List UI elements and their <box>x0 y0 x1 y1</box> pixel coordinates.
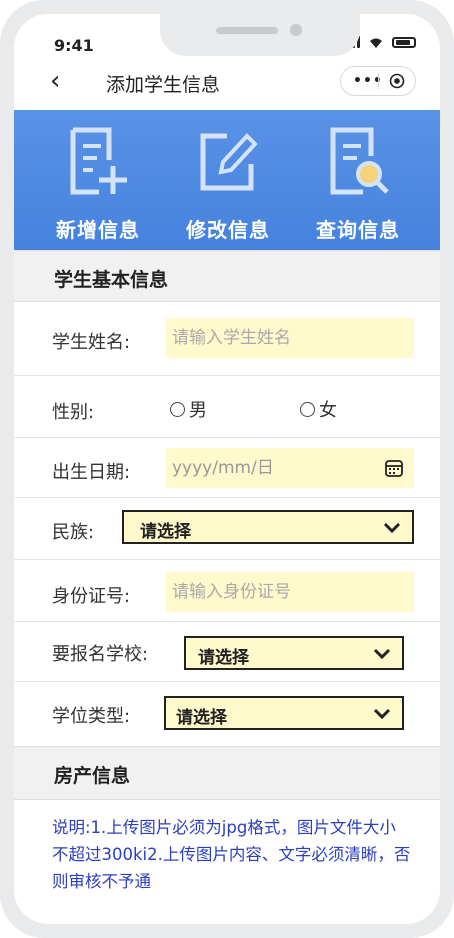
phone-frame: 9:41 ‹ 添加学生信息 ••• 新增信息 修改信息 查询信息 学生基本信息 … <box>0 0 454 938</box>
upload-note: 说明:1.上传图片必须为jpg格式，图片文件大小不超过300ki2.上传图片内容… <box>52 818 411 891</box>
query-info-label: 查询信息 <box>316 218 400 242</box>
menu-capsule: ••• <box>340 66 416 96</box>
name-row: 学生姓名: 请输入学生姓名 <box>14 302 440 376</box>
edit-icon <box>200 133 258 191</box>
ethnicity-row: 民族: 请选择 <box>14 498 440 560</box>
query-info-button[interactable]: 查询信息 <box>298 126 418 243</box>
degree-select[interactable]: 请选择 <box>164 696 404 730</box>
capsule-divider <box>378 73 379 89</box>
add-info-label: 新增信息 <box>56 218 140 242</box>
search-document-icon <box>330 127 389 195</box>
screen: 9:41 ‹ 添加学生信息 ••• 新增信息 修改信息 查询信息 学生基本信息 … <box>14 14 440 924</box>
close-target-icon[interactable] <box>389 73 405 89</box>
gender-label: 性别: <box>52 402 95 423</box>
ethnicity-label: 民族: <box>52 522 95 543</box>
page-title: 添加学生信息 <box>106 74 221 96</box>
chevron-down-icon <box>373 708 391 720</box>
chevron-down-icon <box>383 522 401 534</box>
gender-male-label: 男 <box>189 400 207 421</box>
gender-row: 性别: 男 女 <box>14 376 440 438</box>
basic-info-header: 学生基本信息 <box>14 250 440 302</box>
birth-date-input[interactable]: yyyy/mm/日 <box>166 448 414 488</box>
radio-circle-icon <box>300 401 315 417</box>
birth-label: 出生日期: <box>52 462 131 483</box>
add-document-icon <box>70 127 127 195</box>
idcard-row: 身份证号: 请输入身份证号 <box>14 560 440 622</box>
birth-row: 出生日期: yyyy/mm/日 <box>14 438 440 498</box>
speaker <box>216 27 278 34</box>
action-banner: 新增信息 修改信息 查询信息 <box>14 110 440 260</box>
degree-label: 学位类型: <box>52 706 131 727</box>
edit-info-button[interactable]: 修改信息 <box>168 126 288 243</box>
school-value: 请选择 <box>198 648 249 668</box>
gender-female-label: 女 <box>319 400 337 421</box>
radio-circle-icon <box>170 401 185 417</box>
add-info-button[interactable]: 新增信息 <box>38 126 158 243</box>
property-info-title: 房产信息 <box>54 765 131 787</box>
wifi-icon <box>370 38 382 48</box>
chevron-left-icon[interactable]: ‹ <box>50 66 60 96</box>
gender-male-radio[interactable]: 男 <box>170 396 207 422</box>
nav-bar: ‹ 添加学生信息 ••• <box>14 60 440 102</box>
ethnicity-select[interactable]: 请选择 <box>122 510 414 544</box>
edit-info-label: 修改信息 <box>186 218 270 242</box>
property-info-header: 房产信息 <box>14 746 440 800</box>
calendar-icon[interactable] <box>384 458 404 478</box>
school-label: 要报名学校: <box>52 644 149 665</box>
chevron-down-icon <box>373 648 391 660</box>
degree-value: 请选择 <box>176 708 227 728</box>
name-input[interactable]: 请输入学生姓名 <box>166 318 414 358</box>
status-time: 9:41 <box>54 36 94 55</box>
idcard-label: 身份证号: <box>52 586 131 607</box>
idcard-input[interactable]: 请输入身份证号 <box>166 572 414 612</box>
school-row: 要报名学校: 请选择 <box>14 622 440 682</box>
basic-info-title: 学生基本信息 <box>54 269 169 291</box>
camera <box>290 24 302 36</box>
school-select[interactable]: 请选择 <box>184 636 404 670</box>
name-label: 学生姓名: <box>52 332 131 353</box>
battery-icon <box>392 36 416 48</box>
notch <box>160 14 360 56</box>
birth-date-placeholder: yyyy/mm/日 <box>172 458 274 478</box>
ethnicity-value: 请选择 <box>140 522 191 542</box>
degree-row: 学位类型: 请选择 <box>14 682 440 744</box>
gender-female-radio[interactable]: 女 <box>300 396 337 422</box>
